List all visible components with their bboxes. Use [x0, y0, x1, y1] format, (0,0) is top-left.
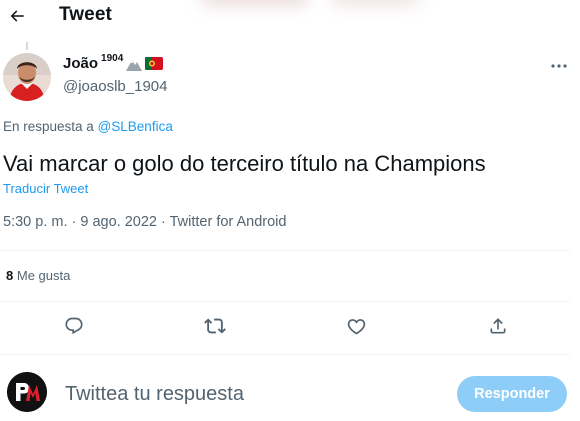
reply-input[interactable]: [65, 378, 425, 410]
reply-submit-button[interactable]: Responder: [457, 376, 567, 412]
retweet-button[interactable]: [202, 313, 228, 339]
likes-label: Me gusta: [16, 268, 71, 283]
like-button[interactable]: [343, 313, 369, 339]
author-display-name: João: [63, 55, 99, 72]
reply-to-link[interactable]: @SLBenfica: [98, 119, 173, 134]
current-user-avatar[interactable]: [7, 372, 47, 412]
arrow-left-icon: [10, 10, 24, 22]
reply-icon: [65, 317, 83, 335]
tweet-meta: 5:30 p. m. · 9 ago. 2022 · Twitter for A…: [3, 214, 287, 230]
top-bar: Tweet: [0, 0, 580, 36]
avatar-image: [3, 53, 51, 101]
retweet-icon: [204, 318, 226, 334]
like-icon: [347, 318, 365, 335]
page-title: Tweet: [59, 4, 112, 25]
reply-prefix: En respuesta a: [3, 119, 94, 134]
author-avatar[interactable]: [3, 53, 51, 101]
author-name-row[interactable]: João 1904: [63, 53, 164, 72]
blurred-background: [330, 0, 420, 6]
back-button[interactable]: [4, 4, 30, 28]
mountain-emoji-icon: [126, 59, 143, 71]
blurred-background: [200, 0, 310, 6]
portugal-flag-icon: [145, 57, 164, 70]
author-name-superscript: 1904: [101, 53, 124, 64]
divider: [0, 250, 570, 251]
likes-stat[interactable]: 8 Me gusta: [6, 268, 70, 283]
pm-logo-icon: [7, 372, 47, 412]
thread-connector: [26, 42, 28, 50]
more-horizontal-icon: [551, 64, 567, 68]
tweet-text: Vai marcar o golo do terceiro título na …: [3, 151, 486, 176]
share-icon: [490, 318, 506, 334]
more-options-button[interactable]: [548, 56, 570, 76]
author-handle[interactable]: @joaoslb_1904: [63, 78, 167, 95]
reply-button[interactable]: [61, 313, 87, 339]
translate-tweet-link[interactable]: Traducir Tweet: [3, 181, 88, 196]
reply-context: En respuesta a @SLBenfica: [3, 119, 173, 134]
share-button[interactable]: [485, 313, 511, 339]
divider: [0, 301, 570, 302]
likes-count: 8: [6, 268, 14, 283]
divider: [0, 354, 570, 355]
